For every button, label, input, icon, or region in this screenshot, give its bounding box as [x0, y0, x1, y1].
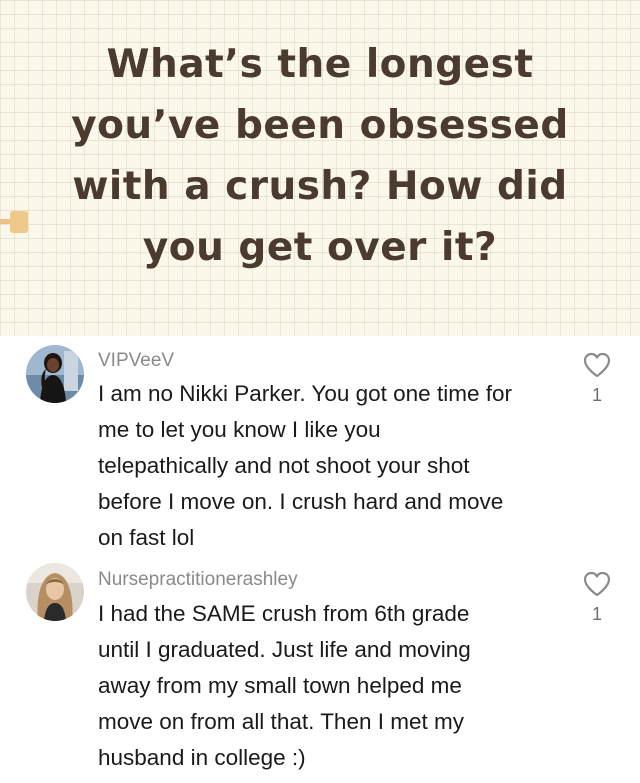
question-line: What’s the longest: [106, 42, 534, 87]
comment-line: me to let you know I like you: [98, 417, 381, 442]
comment-line: husband in college :): [98, 745, 306, 770]
comment-text: I am no Nikki Parker. You got one time f…: [98, 376, 560, 556]
comment-line: I am no Nikki Parker. You got one time f…: [98, 381, 512, 406]
comment-text: I had the SAME crush from 6th grade unti…: [98, 596, 560, 776]
question-line: with a crush? How did: [72, 164, 568, 209]
comment-line: telepathically and not shoot your shot: [98, 453, 470, 478]
comment-line: before I move on. I crush hard and move: [98, 489, 504, 514]
like-count: 1: [591, 604, 602, 624]
question-title: What’s the longest you’ve been obsessed …: [40, 34, 600, 278]
comment-line: on fast lol: [98, 525, 195, 550]
comment-line: until I graduated. Just life and moving: [98, 637, 471, 662]
comment-line: move on from all that. Then I met my: [98, 709, 464, 734]
user-avatar[interactable]: [26, 563, 84, 621]
page: What’s the longest you’ve been obsessed …: [0, 0, 640, 783]
comment-username[interactable]: VIPVeeV: [98, 350, 174, 372]
user-avatar[interactable]: [26, 345, 84, 403]
heart-outline-icon[interactable]: [582, 351, 612, 379]
question-card: What’s the longest you’ve been obsessed …: [0, 0, 640, 336]
like-count: 1: [591, 385, 602, 405]
comment-line: away from my small town helped me: [98, 673, 462, 698]
question-line: you’ve been obsessed: [71, 103, 569, 148]
comment-line: I had the SAME crush from 6th grade: [98, 601, 470, 626]
comment-username[interactable]: Nursepractitionerashley: [98, 569, 298, 591]
question-line: you get over it?: [142, 225, 498, 270]
heart-outline-icon[interactable]: [582, 570, 612, 598]
tab-marker: [0, 210, 30, 234]
